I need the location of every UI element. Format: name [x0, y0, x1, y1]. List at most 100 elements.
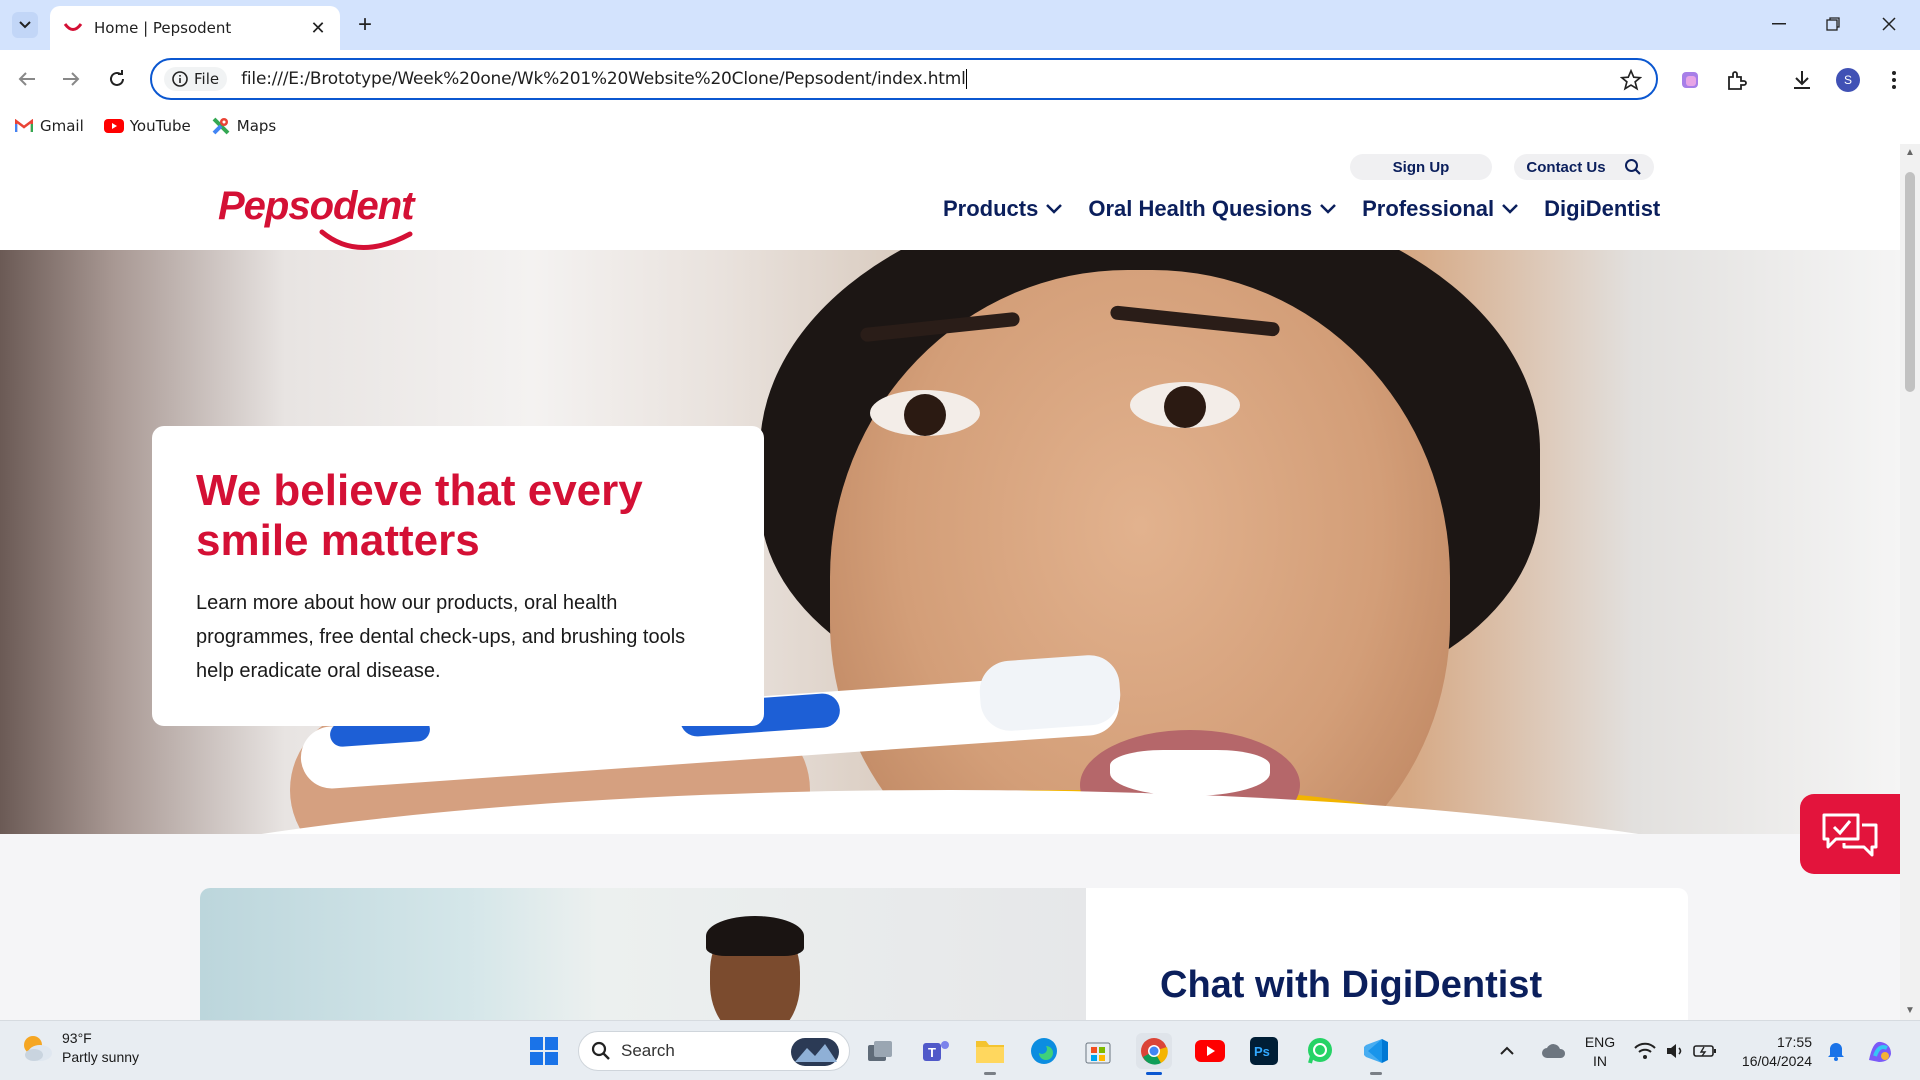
nav-oral-health-questions[interactable]: Oral Health Quesions — [1088, 196, 1336, 222]
scrollbar-thumb[interactable] — [1905, 172, 1915, 392]
scroll-up-icon[interactable]: ▲ — [1905, 148, 1915, 158]
downloads-icon[interactable] — [1788, 66, 1816, 94]
pepsodent-favicon-icon — [62, 17, 84, 39]
chevron-down-icon — [1046, 204, 1063, 214]
clock-time: 17:55 — [1776, 1034, 1812, 1050]
battery-icon[interactable] — [1690, 1033, 1720, 1069]
hero-image-eye — [1130, 382, 1240, 428]
restore-icon — [1826, 17, 1840, 31]
tab-close-icon[interactable]: ✕ — [308, 18, 328, 38]
search-icon — [591, 1041, 610, 1060]
tab-title: Home | Pepsodent — [94, 19, 232, 37]
youtube-app-icon[interactable] — [1192, 1033, 1228, 1069]
taskbar-search-placeholder: Search — [621, 1041, 675, 1060]
gemini-extension-icon[interactable] — [1676, 66, 1704, 94]
search-icon[interactable] — [1624, 158, 1642, 176]
dentist-image — [200, 888, 1086, 1020]
file-explorer-icon[interactable] — [972, 1033, 1008, 1075]
site-info-label: File — [194, 70, 220, 88]
bookmark-maps[interactable]: Maps — [211, 117, 276, 135]
nav-professional[interactable]: Professional — [1362, 196, 1519, 222]
contact-us-button[interactable]: Contact Us — [1514, 154, 1654, 180]
whatsapp-icon[interactable] — [1302, 1033, 1338, 1069]
pepsodent-logo[interactable]: Pepsodent — [218, 184, 418, 254]
photoshop-icon[interactable]: Ps — [1246, 1033, 1282, 1069]
chat-widget-button[interactable] — [1800, 794, 1900, 874]
text-caret — [965, 69, 967, 89]
microsoft-store-icon[interactable] — [1080, 1033, 1116, 1069]
new-tab-button[interactable]: + — [352, 11, 378, 38]
digidentist-title: Chat with DigiDentist — [1160, 964, 1543, 1006]
nav-digidentist[interactable]: DigiDentist — [1544, 196, 1660, 222]
close-icon — [1882, 17, 1896, 31]
windows-taskbar: 93°F Partly sunny Search T Ps ENG IN 17:… — [0, 1020, 1920, 1080]
toothbrush-bristles — [977, 653, 1123, 733]
tab-search-button[interactable] — [12, 12, 38, 38]
running-indicator — [1370, 1072, 1382, 1075]
copilot-icon[interactable] — [1862, 1033, 1898, 1069]
profile-button[interactable]: S — [1834, 66, 1862, 94]
reload-icon — [110, 70, 124, 86]
hero-text-card: We believe that every smile matters Lear… — [152, 426, 764, 726]
vscode-icon[interactable] — [1358, 1033, 1394, 1075]
weather-temperature: 93°F — [62, 1030, 92, 1046]
weather-widget[interactable]: 93°F Partly sunny — [20, 1029, 139, 1067]
language-code: ENG — [1584, 1034, 1616, 1050]
more-menu-icon[interactable] — [1880, 66, 1908, 94]
forward-button[interactable] — [56, 64, 86, 94]
bookmark-star-icon[interactable] — [1620, 69, 1642, 91]
main-navigation: Products Oral Health Quesions Profession… — [943, 196, 1686, 222]
url-text[interactable]: file:///E:/Brototype/Week%20one/Wk%201%2… — [241, 69, 966, 89]
browser-tab-active[interactable]: Home | Pepsodent ✕ — [50, 6, 340, 50]
dentist-image-hair — [706, 916, 804, 956]
language-region: IN — [1593, 1053, 1607, 1069]
hero-image-teeth — [1110, 750, 1270, 796]
tray-overflow-icon[interactable] — [1494, 1033, 1520, 1069]
language-indicator[interactable]: ENG IN — [1580, 1033, 1620, 1071]
scroll-down-icon[interactable]: ▼ — [1905, 1006, 1915, 1016]
search-highlight-icon — [791, 1038, 839, 1066]
avatar: S — [1836, 68, 1860, 92]
weather-condition: Partly sunny — [62, 1049, 140, 1065]
bookmark-label: YouTube — [129, 117, 191, 135]
minimize-window-button[interactable] — [1756, 8, 1802, 40]
volume-icon[interactable] — [1660, 1033, 1690, 1069]
restore-window-button[interactable] — [1810, 8, 1856, 40]
brand-logo-text: Pepsodent — [218, 184, 414, 228]
address-bar[interactable]: File file:///E:/Brototype/Week%20one/Wk%… — [150, 58, 1658, 100]
nav-label: Oral Health Quesions — [1088, 196, 1313, 221]
onedrive-icon[interactable] — [1536, 1033, 1572, 1069]
close-window-button[interactable] — [1866, 8, 1912, 40]
teams-icon[interactable]: T — [918, 1033, 954, 1069]
bookmark-gmail[interactable]: Gmail — [14, 117, 84, 135]
page-scrollbar[interactable]: ▲ ▼ — [1900, 144, 1920, 1020]
nav-products[interactable]: Products — [943, 196, 1063, 222]
reload-button[interactable] — [102, 64, 132, 94]
start-button[interactable] — [526, 1033, 562, 1069]
chat-bubbles-icon — [1822, 813, 1878, 857]
svg-text:Ps: Ps — [1254, 1044, 1270, 1059]
sign-up-button[interactable]: Sign Up — [1350, 154, 1492, 180]
page-viewport: Sign Up Contact Us Pepsodent Products Or… — [0, 144, 1900, 1020]
minimize-icon — [1772, 23, 1786, 25]
back-button[interactable] — [12, 64, 42, 94]
task-view-icon[interactable] — [862, 1033, 898, 1069]
chevron-down-icon — [1502, 204, 1519, 214]
extensions-icon[interactable] — [1722, 66, 1750, 94]
arrow-right-icon — [63, 72, 80, 86]
edge-icon[interactable] — [1026, 1033, 1062, 1069]
chevron-down-icon — [19, 21, 31, 29]
notification-bell-icon[interactable] — [1822, 1033, 1850, 1069]
nav-label: DigiDentist — [1544, 196, 1661, 221]
arrow-left-icon — [18, 72, 35, 86]
maps-icon — [211, 117, 231, 135]
clock[interactable]: 17:55 16/04/2024 — [1728, 1033, 1812, 1071]
wifi-icon[interactable] — [1630, 1033, 1660, 1069]
chrome-icon[interactable] — [1136, 1033, 1172, 1075]
bookmark-youtube[interactable]: YouTube — [103, 117, 191, 135]
bookmark-label: Maps — [236, 117, 277, 135]
taskbar-search[interactable]: Search — [578, 1031, 850, 1071]
windows-logo-icon — [530, 1037, 558, 1065]
hero-image-eye — [870, 390, 980, 436]
site-info-button[interactable]: File — [164, 67, 228, 91]
